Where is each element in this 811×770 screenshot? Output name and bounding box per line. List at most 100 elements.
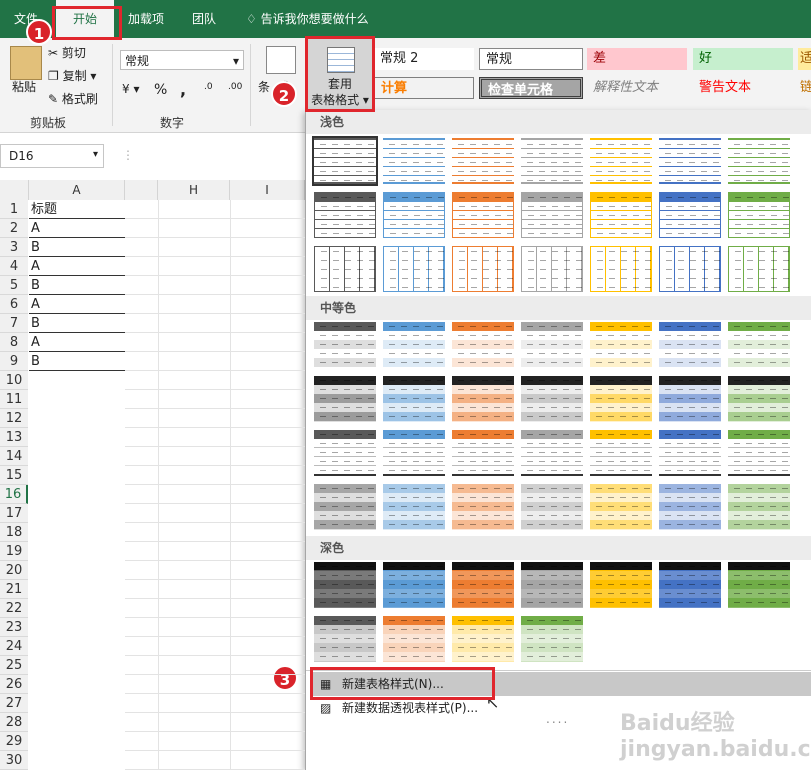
table-style-thumbnail[interactable] bbox=[728, 430, 790, 476]
row-header[interactable]: 11 bbox=[0, 390, 28, 409]
table-style-thumbnail[interactable] bbox=[312, 136, 378, 186]
tell-me[interactable]: ♢ 告诉我你想要做什么 bbox=[246, 0, 369, 38]
table-style-thumbnail[interactable] bbox=[659, 430, 721, 476]
table-style-thumbnail[interactable] bbox=[659, 246, 721, 292]
table-style-thumbnail[interactable] bbox=[590, 138, 652, 184]
menu-addins[interactable]: 加载项 bbox=[128, 0, 164, 38]
table-style-thumbnail[interactable] bbox=[383, 322, 445, 368]
table-style-thumbnail[interactable] bbox=[659, 562, 721, 608]
table-style-thumbnail[interactable] bbox=[383, 246, 445, 292]
comma-button[interactable]: , bbox=[180, 80, 186, 99]
table-style-thumbnail[interactable] bbox=[590, 322, 652, 368]
row-header[interactable]: 29 bbox=[0, 732, 28, 751]
cut-button[interactable]: ✂ 剪切 bbox=[48, 44, 86, 61]
percent-button[interactable]: % bbox=[154, 82, 167, 98]
table-style-thumbnail[interactable] bbox=[521, 138, 583, 184]
increase-decimal-button[interactable]: .0 bbox=[204, 82, 213, 92]
conditional-format-icon[interactable] bbox=[266, 46, 296, 74]
row-header[interactable]: 7 bbox=[0, 314, 28, 333]
column-header[interactable]: A bbox=[29, 180, 125, 200]
table-style-thumbnail[interactable] bbox=[452, 138, 514, 184]
paste-label[interactable]: 粘贴 bbox=[12, 78, 36, 95]
row-header[interactable]: 13 bbox=[0, 428, 28, 447]
table-style-thumbnail[interactable] bbox=[383, 484, 445, 530]
table-style-thumbnail[interactable] bbox=[314, 430, 376, 476]
table-style-thumbnail[interactable] bbox=[521, 246, 583, 292]
table-style-thumbnail[interactable] bbox=[521, 562, 583, 608]
row-header[interactable]: 4 bbox=[0, 257, 28, 276]
table-style-thumbnail[interactable] bbox=[659, 322, 721, 368]
column-header[interactable] bbox=[125, 180, 158, 200]
row-header[interactable]: 27 bbox=[0, 694, 28, 713]
table-style-thumbnail[interactable] bbox=[383, 192, 445, 238]
cell-style[interactable]: 常规 bbox=[479, 48, 583, 70]
resize-grip[interactable]: .... bbox=[546, 712, 569, 726]
table-style-thumbnail[interactable] bbox=[521, 322, 583, 368]
row-header[interactable]: 1 bbox=[0, 200, 28, 219]
column-header[interactable]: H bbox=[158, 180, 230, 200]
cell-a[interactable]: B bbox=[29, 314, 125, 333]
cell-style[interactable]: 计算 bbox=[374, 77, 474, 99]
cell-a[interactable]: B bbox=[29, 276, 125, 295]
table-style-thumbnail[interactable] bbox=[521, 376, 583, 422]
row-header[interactable]: 14 bbox=[0, 447, 28, 466]
table-style-thumbnail[interactable] bbox=[452, 322, 514, 368]
cell-a[interactable]: A bbox=[29, 219, 125, 238]
row-header[interactable]: 16 bbox=[0, 485, 28, 504]
table-style-thumbnail[interactable] bbox=[521, 430, 583, 476]
paste-icon[interactable] bbox=[10, 46, 42, 80]
table-style-thumbnail[interactable] bbox=[659, 484, 721, 530]
table-style-thumbnail[interactable] bbox=[590, 562, 652, 608]
row-header[interactable]: 28 bbox=[0, 713, 28, 732]
table-style-thumbnail[interactable] bbox=[383, 138, 445, 184]
table-style-thumbnail[interactable] bbox=[659, 192, 721, 238]
table-style-thumbnail[interactable] bbox=[452, 246, 514, 292]
table-style-thumbnail[interactable] bbox=[452, 562, 514, 608]
row-header[interactable]: 17 bbox=[0, 504, 28, 523]
table-style-thumbnail[interactable] bbox=[521, 616, 583, 662]
copy-button[interactable]: ❐ 复制 ▾ bbox=[48, 67, 96, 84]
table-style-thumbnail[interactable] bbox=[383, 430, 445, 476]
row-header[interactable]: 20 bbox=[0, 561, 28, 580]
cell-a[interactable]: 标题 bbox=[29, 200, 125, 219]
table-style-thumbnail[interactable] bbox=[590, 484, 652, 530]
table-style-thumbnail[interactable] bbox=[659, 138, 721, 184]
table-style-thumbnail[interactable] bbox=[314, 376, 376, 422]
table-style-thumbnail[interactable] bbox=[452, 192, 514, 238]
row-header[interactable]: 12 bbox=[0, 409, 28, 428]
table-style-thumbnail[interactable] bbox=[314, 484, 376, 530]
select-all-corner[interactable] bbox=[0, 180, 29, 200]
cell-style[interactable]: 检查单元格 bbox=[479, 77, 583, 99]
cell-style[interactable]: 解释性文本 bbox=[587, 77, 687, 99]
table-style-thumbnail[interactable] bbox=[452, 430, 514, 476]
row-header[interactable]: 30 bbox=[0, 751, 28, 770]
row-header[interactable]: 26 bbox=[0, 675, 28, 694]
row-header[interactable]: 10 bbox=[0, 371, 28, 390]
cell-style[interactable]: 适 bbox=[798, 48, 811, 70]
table-style-thumbnail[interactable] bbox=[659, 376, 721, 422]
row-header[interactable]: 15 bbox=[0, 466, 28, 485]
row-header[interactable]: 23 bbox=[0, 618, 28, 637]
row-header[interactable]: 19 bbox=[0, 542, 28, 561]
table-style-thumbnail[interactable] bbox=[728, 192, 790, 238]
table-style-thumbnail[interactable] bbox=[728, 246, 790, 292]
row-header[interactable]: 18 bbox=[0, 523, 28, 542]
table-style-thumbnail[interactable] bbox=[590, 246, 652, 292]
table-style-thumbnail[interactable] bbox=[314, 192, 376, 238]
menu-team[interactable]: 团队 bbox=[192, 0, 216, 38]
table-style-thumbnail[interactable] bbox=[452, 376, 514, 422]
row-header[interactable]: 6 bbox=[0, 295, 28, 314]
table-style-thumbnail[interactable] bbox=[314, 322, 376, 368]
table-style-thumbnail[interactable] bbox=[314, 246, 376, 292]
name-box[interactable]: D16 ▾ bbox=[0, 144, 104, 168]
table-style-thumbnail[interactable] bbox=[314, 562, 376, 608]
table-style-thumbnail[interactable] bbox=[383, 562, 445, 608]
cell-a[interactable]: A bbox=[29, 295, 125, 314]
table-style-thumbnail[interactable] bbox=[728, 562, 790, 608]
table-style-thumbnail[interactable] bbox=[590, 376, 652, 422]
cell-style[interactable]: 差 bbox=[587, 48, 687, 70]
number-format-select[interactable]: 常规 ▾ bbox=[120, 50, 244, 70]
table-style-thumbnail[interactable] bbox=[590, 430, 652, 476]
table-style-thumbnail[interactable] bbox=[728, 138, 790, 184]
row-header[interactable]: 21 bbox=[0, 580, 28, 599]
